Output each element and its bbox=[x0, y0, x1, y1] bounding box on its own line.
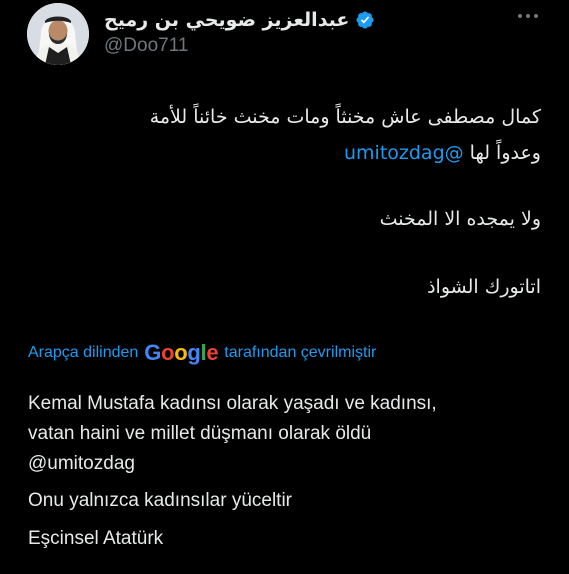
google-logo-letter: g bbox=[187, 340, 201, 365]
translation-line-5: Eşcinsel Atatürk bbox=[28, 528, 164, 549]
author-display-name[interactable]: عبدالعزيز ضويحي بن رميح bbox=[104, 9, 349, 31]
tweet-text-line-2: وعدواً لها @umitozdag bbox=[21, 135, 541, 171]
tweet-text-line-2-text: وعدواً لها bbox=[469, 142, 541, 164]
translation-suffix: tarafından çevrilmiştir bbox=[224, 344, 377, 361]
translation-attribution[interactable]: Arapça dilinden Google tarafından çevril… bbox=[28, 340, 376, 366]
tweet-header: عبدالعزيز ضويحي بن رميح @Doo711 bbox=[0, 0, 569, 80]
google-logo-letter: o bbox=[161, 340, 175, 365]
tweet-text-line-3: ولا يمجده الا المخنث bbox=[379, 208, 541, 230]
mention-link[interactable]: @umitozdag bbox=[344, 142, 464, 164]
tweet-text-line-1: كمال مصطفى عاش مخنثاً ومات مخنث خائناً ل… bbox=[149, 106, 541, 128]
author-name-row: عبدالعزيز ضويحي بن رميح bbox=[104, 6, 375, 34]
translation-line-1: Kemal Mustafa kadınsı olarak yaşadı ve k… bbox=[28, 393, 437, 414]
more-options-icon[interactable] bbox=[515, 6, 541, 26]
tweet-text-line-4: اتاتورك الشواذ bbox=[427, 276, 541, 298]
google-logo: Google bbox=[144, 340, 218, 366]
author-handle[interactable]: @Doo711 bbox=[104, 35, 188, 57]
translation-line-4: Onu yalnızca kadınsılar yüceltir bbox=[28, 490, 293, 511]
verified-badge-icon bbox=[356, 11, 374, 29]
google-logo-letter: e bbox=[206, 340, 219, 365]
google-logo-letter: o bbox=[174, 340, 188, 365]
translation-mention-link[interactable]: @umitozdag bbox=[28, 449, 548, 479]
translation-prefix: Arapça dilinden bbox=[28, 344, 139, 361]
google-logo-letter: G bbox=[144, 340, 162, 365]
translation-line-2: vatan haini ve millet düşmanı olarak öld… bbox=[28, 423, 372, 444]
author-avatar[interactable] bbox=[27, 3, 89, 65]
